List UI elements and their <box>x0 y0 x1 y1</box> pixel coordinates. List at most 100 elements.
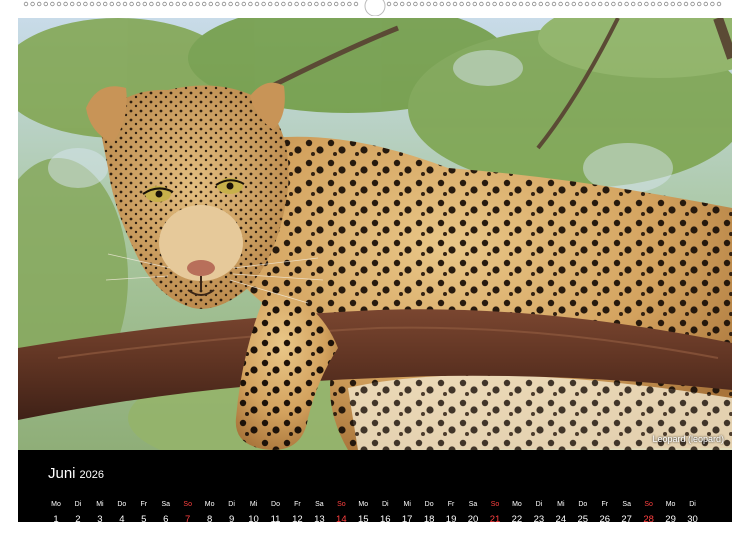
binding-ring <box>446 1 451 7</box>
binding-ring <box>281 1 286 7</box>
calendar-day: Mi 17 <box>396 501 418 527</box>
binding-ring <box>617 1 623 7</box>
binding-ring <box>314 1 319 7</box>
day-number: 17 <box>401 514 413 525</box>
binding-ring <box>149 1 154 7</box>
binding-ring <box>274 1 279 7</box>
binding-ring <box>248 1 253 7</box>
binding-ring <box>320 1 326 7</box>
weekday-label: So <box>644 501 653 508</box>
calendar-day: Mo 8 <box>199 501 221 527</box>
binding-ring <box>413 1 418 7</box>
binding-ring <box>76 1 81 7</box>
binding-ring <box>492 1 497 7</box>
binding-ring <box>386 1 392 7</box>
calendar-day: Mo 22 <box>506 501 528 527</box>
calendar-day-sunday: So 7 <box>177 501 199 527</box>
binding-ring <box>69 1 75 7</box>
binding-ring <box>254 1 260 7</box>
weekday-label: So <box>337 501 346 508</box>
binding-ring <box>690 1 695 7</box>
binding-ring <box>710 1 715 7</box>
photo-caption: Leopard (leopard) <box>652 434 724 444</box>
day-number: 6 <box>163 514 169 525</box>
weekday-label: Di <box>74 501 82 508</box>
binding-ring <box>301 1 306 7</box>
calendar-day: Do 11 <box>265 501 287 527</box>
weekday-label: Do <box>117 501 127 508</box>
weekday-label: Mi <box>96 501 104 508</box>
binding-ring <box>208 1 213 7</box>
day-number: 2 <box>75 514 81 525</box>
binding-ring <box>545 1 550 7</box>
weekday-label: Mo <box>204 501 215 508</box>
calendar-day: Sa 6 <box>155 501 177 527</box>
day-number: 20 <box>467 514 479 525</box>
binding-ring <box>466 1 471 7</box>
weekday-label: Mo <box>358 501 369 508</box>
calendar-day: Mo 15 <box>352 501 374 527</box>
day-number: 13 <box>314 514 325 525</box>
weekday-label: Fr <box>601 501 609 508</box>
weekday-label: Di <box>535 501 543 508</box>
binding-ring <box>241 1 246 7</box>
calendar-day: Do 4 <box>111 501 133 527</box>
calendar-day: Sa 27 <box>616 501 638 527</box>
binding-ring <box>96 1 101 7</box>
binding-ring <box>50 1 55 7</box>
binding-ring <box>426 1 431 7</box>
calendar-day: Mi 24 <box>550 501 572 527</box>
binding-ring <box>122 1 128 7</box>
binding-ring <box>604 1 609 7</box>
binding-ring <box>419 1 425 7</box>
day-number: 9 <box>228 514 235 525</box>
day-number: 27 <box>621 514 632 525</box>
binding-ring <box>624 1 629 7</box>
calendar-day-sunday: So 14 <box>330 501 352 527</box>
binding-ring <box>591 1 596 7</box>
day-number: 3 <box>97 514 103 525</box>
binding-ring <box>452 1 458 7</box>
calendar-day: Mo 1 <box>45 501 67 527</box>
spiral-binding <box>0 0 750 16</box>
binding-ring <box>439 1 444 7</box>
weekday-label: Di <box>228 501 235 508</box>
day-number: 25 <box>577 514 589 525</box>
calendar-day: Do 25 <box>572 501 594 527</box>
binding-ring <box>571 1 576 7</box>
binding-ring <box>221 1 227 7</box>
binding-ring <box>162 1 167 7</box>
binding-ring <box>23 1 29 7</box>
day-number: 16 <box>379 514 391 525</box>
binding-ring <box>584 1 590 7</box>
binding-ring <box>234 1 240 7</box>
month-title: Juni 2026 <box>48 465 104 484</box>
calendar-day: Fr 26 <box>594 501 616 527</box>
binding-ring <box>347 1 352 7</box>
weekday-label: Mo <box>51 501 61 508</box>
binding-ring <box>334 1 339 7</box>
binding-ring <box>353 1 359 7</box>
binding-ring <box>102 1 108 7</box>
day-number: 12 <box>292 514 303 525</box>
binding-ring <box>175 1 180 7</box>
binding-ring <box>716 1 722 7</box>
day-number: 8 <box>206 514 213 525</box>
weekday-label: Fr <box>294 501 301 508</box>
binding-ring <box>499 1 504 7</box>
calendar-day: Do 18 <box>418 501 440 527</box>
binding-ring <box>195 1 200 7</box>
binding-ring <box>30 1 35 7</box>
binding-ring <box>182 1 187 7</box>
day-number: 7 <box>185 514 191 525</box>
binding-ring <box>512 1 517 7</box>
day-number: 1 <box>53 514 59 525</box>
binding-ring <box>43 1 48 7</box>
binding-ring <box>505 1 510 7</box>
binding-ring <box>565 1 570 7</box>
day-number: 10 <box>248 514 259 525</box>
binding-ring <box>215 1 220 7</box>
day-number: 28 <box>643 514 654 525</box>
binding-ring <box>644 1 649 7</box>
day-number: 24 <box>555 514 567 525</box>
